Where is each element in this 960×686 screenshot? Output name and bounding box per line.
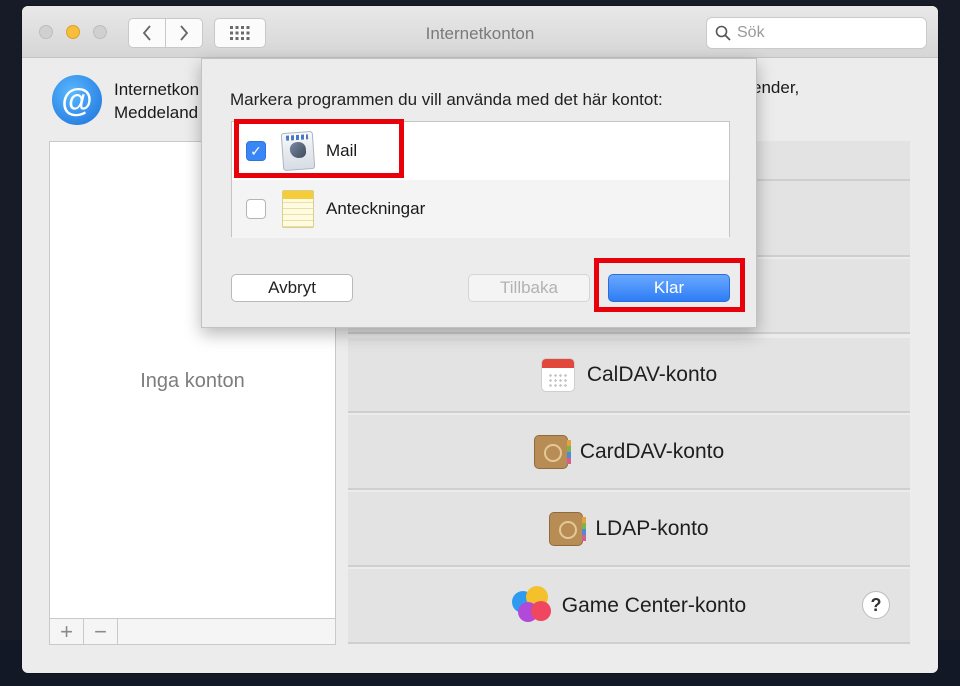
- provider-game-center[interactable]: Game Center-konto ?: [348, 569, 910, 644]
- provider-carddav[interactable]: CardDAV-konto: [348, 415, 910, 490]
- contacts-book-icon: [549, 511, 587, 546]
- empty-accounts-label: Inga konton: [140, 370, 245, 392]
- provider-label: Game Center-konto: [561, 593, 747, 617]
- provider-caldav[interactable]: CalDAV-konto: [348, 338, 910, 413]
- game-center-icon: [511, 585, 552, 626]
- provider-ldap[interactable]: LDAP-konto: [348, 492, 910, 567]
- header-description: Internetkon Meddeland: [114, 78, 199, 124]
- header-description-right: ender,: [752, 78, 800, 97]
- contacts-book-icon: [533, 434, 571, 469]
- notes-icon: [282, 190, 314, 228]
- notes-checkbox[interactable]: [246, 199, 266, 219]
- provider-label: CalDAV-konto: [586, 362, 718, 386]
- mail-checkbox[interactable]: ✓: [246, 141, 266, 161]
- search-field[interactable]: [706, 17, 927, 49]
- search-input[interactable]: [737, 24, 917, 42]
- header-description-line1: Internetkon: [114, 80, 200, 99]
- app-row-notes[interactable]: Anteckningar: [232, 180, 729, 238]
- search-icon: [715, 25, 731, 41]
- sheet-prompt: Markera programmen du vill använda med d…: [230, 90, 663, 109]
- app-label: Mail: [326, 141, 358, 160]
- done-button[interactable]: Klar: [608, 274, 730, 302]
- add-account-button[interactable]: +: [50, 619, 84, 644]
- app-label: Anteckningar: [326, 199, 426, 218]
- app-selection-sheet: Markera programmen du vill använda med d…: [201, 58, 757, 328]
- help-button[interactable]: ?: [862, 591, 890, 619]
- mail-icon: [280, 130, 316, 172]
- provider-label: LDAP-konto: [595, 516, 709, 540]
- accounts-list-footer: + −: [49, 618, 336, 645]
- cancel-button[interactable]: Avbryt: [231, 274, 353, 302]
- calendar-icon: [540, 357, 575, 392]
- at-sign-icon: @: [52, 75, 102, 125]
- app-row-mail[interactable]: ✓ Mail: [232, 122, 729, 180]
- titlebar: Internetkonton: [22, 6, 938, 58]
- app-list: ✓ Mail Anteckningar: [231, 121, 730, 238]
- remove-account-button[interactable]: −: [84, 619, 118, 644]
- back-button-disabled: Tillbaka: [468, 274, 590, 302]
- header-description-line2: Meddeland: [114, 103, 199, 122]
- provider-label: CardDAV-konto: [579, 439, 725, 463]
